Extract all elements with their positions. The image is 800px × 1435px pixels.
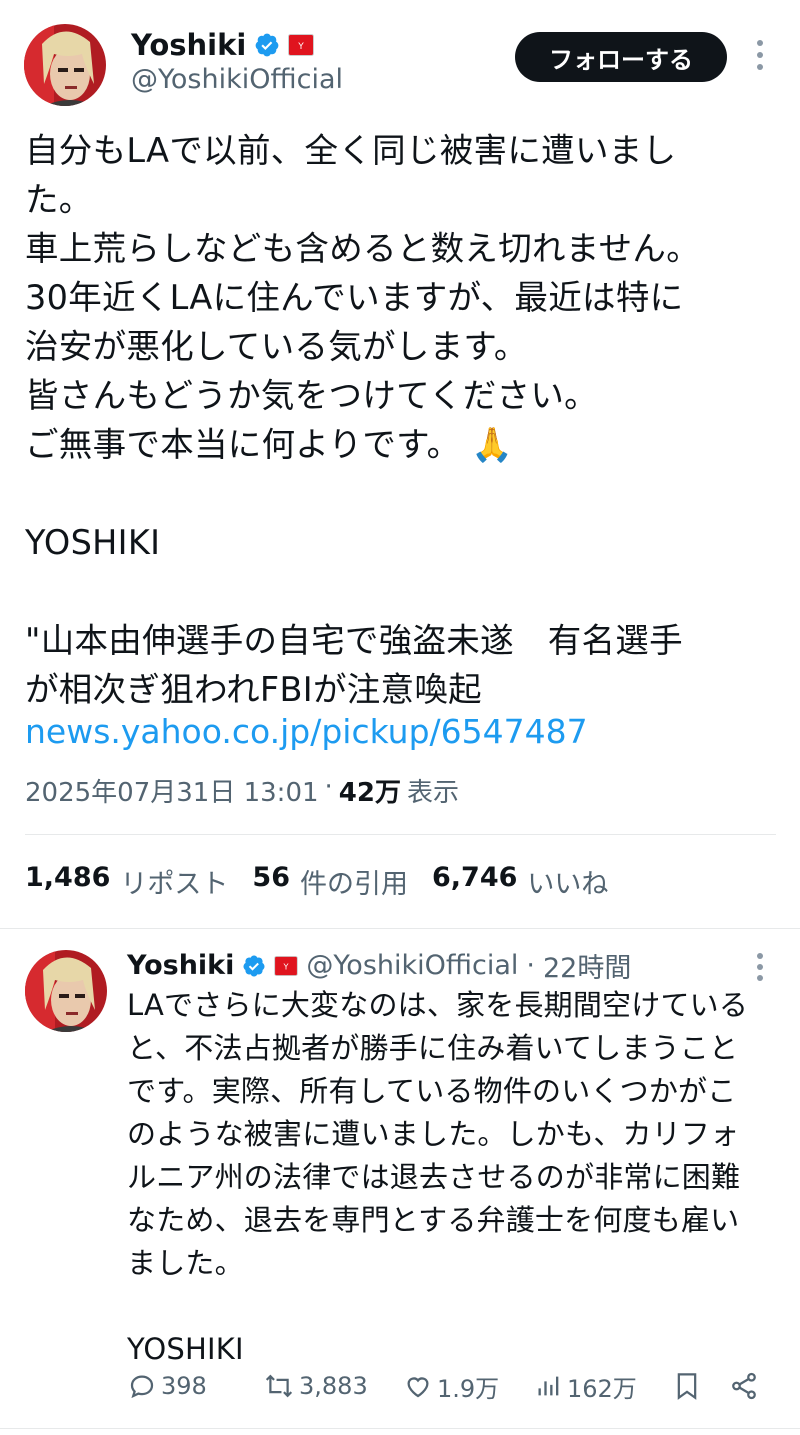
retweet-button[interactable]: 3,883 [263, 1365, 368, 1407]
tweet-timestamp[interactable]: 2025年07月31日 13:01 [25, 772, 319, 809]
reply-text-line: ました。 [127, 1246, 244, 1280]
tweet-text-line: 車上荒らしなども含めると数え切れません。 [25, 229, 700, 268]
quotes-count: 56 [252, 862, 290, 893]
divider [0, 1428, 800, 1429]
reply-count: 398 [161, 1372, 207, 1400]
bookmark-icon [677, 1373, 697, 1400]
tweet-text-line [25, 469, 775, 518]
affiliation-badge-icon[interactable]: Y [288, 34, 315, 56]
divider [25, 834, 776, 835]
quotes-stat[interactable]: 56 件の引用 [252, 862, 408, 901]
author-avatar[interactable] [24, 24, 106, 106]
quotes-label: 件の引用 [299, 869, 408, 900]
divider [0, 928, 800, 929]
tweet-text-line: 皆さんもどうか気をつけてください。 [25, 376, 598, 415]
share-icon [732, 1372, 756, 1400]
reposts-label: リポスト [120, 869, 229, 900]
reposts-count: 1,486 [25, 862, 111, 893]
more-options-icon[interactable] [750, 953, 770, 981]
tweet-link[interactable]: news.yahoo.co.jp/pickup/6547487 [25, 712, 588, 751]
reply-text-line [127, 1285, 777, 1328]
action-bar: 398 3,883 1.9万 162万 [127, 1365, 767, 1407]
more-options-icon[interactable] [750, 40, 770, 70]
reply-icon [130, 1375, 154, 1399]
views-label: 表示 [406, 778, 459, 808]
svg-text:Y: Y [298, 42, 305, 52]
like-count: 1.9万 [437, 1374, 500, 1403]
meta-separator: · [324, 772, 333, 802]
tweet-text-line: 30年近くLAに住んでいますが、最近は特に [25, 278, 684, 317]
share-button[interactable] [729, 1365, 759, 1407]
views-count: 42万 [338, 778, 401, 808]
tweet-text-line: 自分もLAで以前、全く同じ被害に遭いまし [25, 131, 677, 170]
reply-text-line: LAでさらに大変なのは、家を長期間空けている [127, 988, 749, 1022]
reply-text-line: のような被害に遭いました。しかも、カリフォ [127, 1117, 740, 1151]
like-button[interactable]: 1.9万 [403, 1365, 499, 1407]
tweet-meta: 2025年07月31日 13:01 · 42万 表示 [25, 772, 459, 809]
tweet-text: 自分もLAで以前、全く同じ被害に遭いまし た。車上荒らしなども含めると数え切れませ… [25, 126, 775, 714]
reply-header: Yoshiki Y @YoshikiOfficial · 22時間 [127, 946, 631, 985]
tweet-text-line: "山本由伸選手の自宅で強盗未遂 有名選手 [25, 621, 683, 660]
like-icon [407, 1377, 429, 1398]
tweet-text-line: ご無事で本当に何よりです。 🙏 [25, 425, 514, 464]
retweet-icon [265, 1374, 293, 1398]
views-count-reply: 162万 [567, 1374, 637, 1403]
verified-badge-icon [242, 954, 266, 978]
reply-author-avatar[interactable] [25, 950, 107, 1032]
follow-button[interactable]: フォローする [515, 32, 727, 82]
retweet-count: 3,883 [299, 1372, 368, 1400]
bookmark-button[interactable] [673, 1365, 701, 1407]
tweet-text-line: 治安が悪化している気がします。 [25, 327, 528, 366]
affiliation-badge-icon[interactable]: Y [274, 955, 299, 976]
reply-separator: · [526, 950, 535, 981]
reply-text-line: と、不法占拠者が勝手に住み着いてしまうこと [127, 1031, 739, 1065]
author-handle[interactable]: @YoshikiOfficial [131, 64, 343, 95]
tweet-text-line: が相次ぎ狙われFBIが注意喚起 [25, 670, 482, 709]
tweet-text-line [25, 567, 775, 616]
tweet-text-line: YOSHIKI [25, 523, 161, 562]
reply-button[interactable]: 398 [127, 1365, 207, 1407]
tweet-text-line: た。 [25, 180, 93, 219]
reposts-stat[interactable]: 1,486 リポスト [25, 862, 228, 901]
views-button[interactable]: 162万 [535, 1365, 637, 1407]
likes-count: 6,746 [431, 862, 518, 893]
reply-text-line: なため、退去を専門とする弁護士を何度も雇い [127, 1203, 740, 1237]
reply-text: LAでさらに大変なのは、家を長期間空けている と、不法占拠者が勝手に住み着いてしま… [127, 984, 777, 1371]
reply-time[interactable]: 22時間 [543, 946, 631, 985]
likes-label: いいね [527, 869, 609, 900]
reply-text-line: です。実際、所有している物件のいくつかがこ [127, 1074, 737, 1108]
reply-author-handle[interactable]: @YoshikiOfficial [306, 950, 518, 981]
views-icon [538, 1376, 559, 1396]
reply-text-line: ルニア州の法律では退去させるのが非常に困難 [127, 1160, 741, 1194]
likes-stat[interactable]: 6,746 いいね [432, 862, 608, 901]
verified-badge-icon [254, 32, 280, 58]
tweet-stats: 1,486 リポスト 56 件の引用 6,746 いいね [25, 862, 608, 901]
reply-author-name[interactable]: Yoshiki [127, 950, 234, 981]
author-display-name[interactable]: Yoshiki [131, 28, 246, 62]
svg-text:Y: Y [283, 961, 289, 971]
